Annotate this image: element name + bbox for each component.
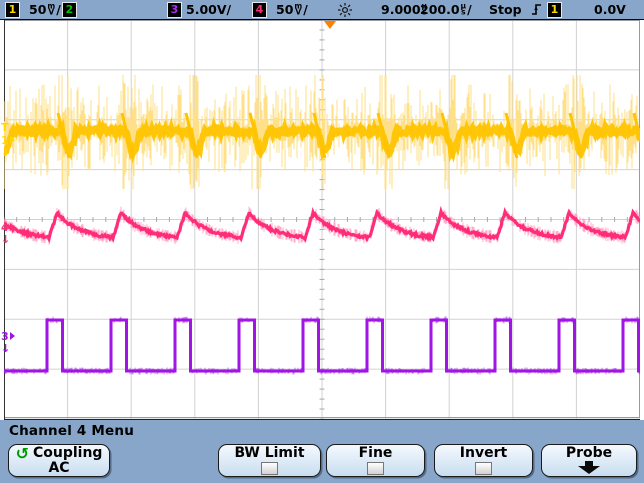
waveform-display bbox=[4, 20, 640, 420]
softkey-coupling-label: Coupling bbox=[33, 446, 102, 461]
offscreen-arrow-↓: ↓ bbox=[1, 233, 10, 245]
cycle-icon: ↺ bbox=[16, 447, 29, 461]
trigger-source-badge[interactable]: 1 bbox=[547, 2, 562, 17]
channel-4-scale-unit: mV bbox=[294, 4, 302, 15]
timebase-unit: µs bbox=[461, 4, 467, 15]
channel-4-scale-value: 50 bbox=[276, 2, 293, 17]
invert-checkbox bbox=[475, 462, 492, 475]
channel-1-scale[interactable]: 50 mV / bbox=[29, 2, 61, 17]
channel-4-scale[interactable]: 50 mV / bbox=[276, 2, 308, 17]
softkey-invert[interactable]: Invert bbox=[434, 444, 533, 477]
delay-value: 9.000 bbox=[381, 2, 421, 17]
channel-3-scale[interactable]: 5.00 V/ bbox=[186, 2, 231, 17]
fine-checkbox bbox=[367, 462, 384, 475]
softkey-probe-label: Probe bbox=[566, 446, 612, 461]
timebase-value: 200.0 bbox=[420, 2, 460, 17]
trigger-time-marker bbox=[324, 21, 336, 29]
channel-4-badge-number: 4 bbox=[252, 2, 267, 18]
channel-1-scale-value: 50 bbox=[29, 2, 46, 17]
channel-ground-marker-1[interactable]: 1 bbox=[1, 134, 15, 146]
brightness-icon bbox=[337, 2, 353, 17]
offscreen-arrow-↓: ↓ bbox=[1, 146, 10, 158]
softkey-fine-label: Fine bbox=[359, 446, 393, 461]
channel-3-badge[interactable]: 3 bbox=[167, 2, 182, 17]
softkey-fine[interactable]: Fine bbox=[326, 444, 425, 477]
trigger-level-readout[interactable]: 0.0V bbox=[594, 2, 626, 17]
down-arrow-icon bbox=[573, 461, 605, 475]
bw-limit-checkbox bbox=[261, 462, 278, 475]
softkey-menu-bar: Channel 4 Menu ↺ Coupling AC BW Limit Fi… bbox=[0, 420, 644, 483]
menu-title: Channel 4 Menu bbox=[9, 423, 134, 439]
channel-ground-marker-4[interactable]: 4 bbox=[1, 221, 15, 233]
channel-ground-marker-3[interactable]: 3 bbox=[1, 330, 15, 342]
channel-2-badge-number: 2 bbox=[62, 2, 77, 18]
softkey-coupling[interactable]: ↺ Coupling AC bbox=[8, 444, 110, 477]
waveform-plot bbox=[4, 20, 640, 419]
top-status-bar: 1 50 mV / 2 3 5.00 V/ 4 50 mV / 9.000 µs… bbox=[0, 0, 644, 20]
softkey-probe[interactable]: Probe bbox=[541, 444, 637, 477]
softkey-bw-limit[interactable]: BW Limit bbox=[218, 444, 321, 477]
channel-1-badge[interactable]: 1 bbox=[5, 2, 20, 17]
offscreen-arrow-↓: ↓ bbox=[1, 342, 10, 354]
oscilloscope-screen: { "colors": { "bar_background": "#87A6C9… bbox=[0, 0, 644, 483]
trigger-level-marker-T: T bbox=[1, 121, 9, 133]
acquisition-status: Stop bbox=[489, 2, 522, 17]
channel-3-scale-value: 5.00 bbox=[186, 2, 217, 17]
channel-4-badge[interactable]: 4 bbox=[252, 2, 267, 17]
softkey-coupling-value: AC bbox=[48, 461, 69, 476]
timebase-readout[interactable]: 200.0 µs / bbox=[420, 2, 472, 17]
trigger-source-number: 1 bbox=[547, 2, 562, 18]
channel-1-scale-unit: mV bbox=[47, 4, 55, 15]
softkey-invert-label: Invert bbox=[460, 446, 507, 461]
channel-3-badge-number: 3 bbox=[167, 2, 182, 18]
softkey-bw-limit-label: BW Limit bbox=[234, 446, 304, 461]
channel-1-badge-number: 1 bbox=[5, 2, 20, 18]
channel-2-badge[interactable]: 2 bbox=[62, 2, 77, 17]
edge-trigger-icon bbox=[531, 2, 543, 17]
